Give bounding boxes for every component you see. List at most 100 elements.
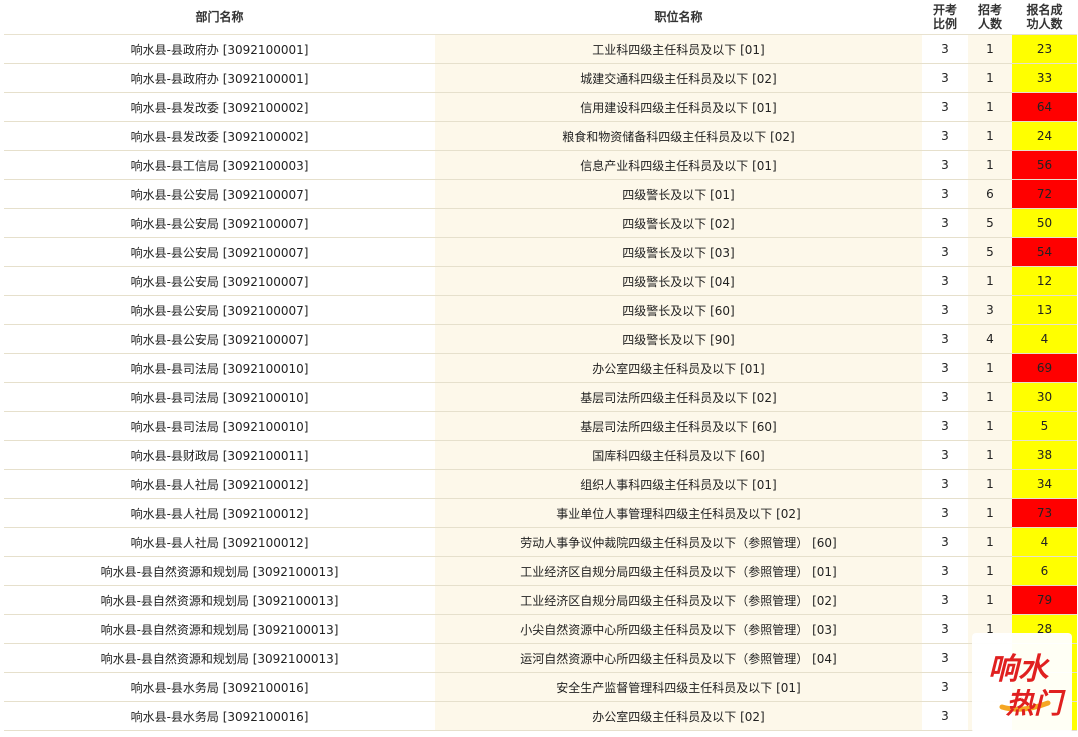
table-row: 响水县-县发改委 [3092100002] 粮食和物资储备科四级主任科员及以下 [… — [4, 121, 1077, 151]
table-row: 响水县-县水务局 [3092100016] 办公室四级主任科员及以下 [02] 3 — [4, 701, 1077, 731]
header-applicants: 报名成 功人数 — [1012, 0, 1077, 35]
applicants-cell: 54 — [1012, 237, 1077, 267]
quota-cell: 1 — [968, 353, 1012, 383]
position-cell: 城建交通科四级主任科员及以下 [02] — [435, 63, 922, 93]
position-cell: 信息产业科四级主任科员及以下 [01] — [435, 150, 922, 180]
table-row: 响水县-县司法局 [3092100010] 办公室四级主任科员及以下 [01] 3 1… — [4, 353, 1077, 383]
applicants-cell: 30 — [1012, 382, 1077, 412]
applicants-cell: 69 — [1012, 353, 1077, 383]
dept-cell: 响水县-县公安局 [3092100007] — [4, 208, 435, 238]
position-cell: 四级警长及以下 [03] — [435, 237, 922, 267]
table-row: 响水县-县司法局 [3092100010] 基层司法所四级主任科员及以下 [60]… — [4, 411, 1077, 441]
quota-cell: 1 — [968, 121, 1012, 151]
header-dept: 部门名称 — [4, 0, 435, 35]
position-cell: 劳动人事争议仲裁院四级主任科员及以下（参照管理） [60] — [435, 527, 922, 557]
position-cell: 安全生产监督管理科四级主任科员及以下 [01] — [435, 672, 922, 702]
header-applicants-line2: 功人数 — [1026, 17, 1063, 31]
ratio-cell: 3 — [922, 34, 968, 64]
position-cell: 国库科四级主任科员及以下 [60] — [435, 440, 922, 470]
quota-cell: 1 — [968, 440, 1012, 470]
dept-cell: 响水县-县政府办 [3092100001] — [4, 63, 435, 93]
dept-cell: 响水县-县人社局 [3092100012] — [4, 498, 435, 528]
header-quota-line1: 招考 — [977, 3, 1002, 17]
position-cell: 四级警长及以下 [02] — [435, 208, 922, 238]
quota-cell: 1 — [968, 150, 1012, 180]
applicants-cell: 79 — [1012, 585, 1077, 615]
ratio-cell: 3 — [922, 614, 968, 644]
quota-cell: 6 — [968, 179, 1012, 209]
position-cell: 四级警长及以下 [90] — [435, 324, 922, 354]
applicants-cell: 13 — [1012, 295, 1077, 325]
position-cell: 运河自然资源中心所四级主任科员及以下（参照管理） [04] — [435, 643, 922, 673]
position-cell: 四级警长及以下 [60] — [435, 295, 922, 325]
recruitment-table: 部门名称 职位名称 开考 比例 招考 人数 报名成 功人数 响水县-县政府办 [… — [4, 0, 1077, 731]
table-row: 响水县-县公安局 [3092100007] 四级警长及以下 [04] 3 1 12 — [4, 266, 1077, 296]
header-applicants-line1: 报名成 — [1026, 3, 1063, 17]
table-header-row: 部门名称 职位名称 开考 比例 招考 人数 报名成 功人数 — [4, 0, 1077, 35]
quota-cell: 1 — [968, 411, 1012, 441]
table-row: 响水县-县发改委 [3092100002] 信用建设科四级主任科员及以下 [01]… — [4, 92, 1077, 122]
dept-cell: 响水县-县发改委 [3092100002] — [4, 121, 435, 151]
ratio-cell: 3 — [922, 324, 968, 354]
ratio-cell: 3 — [922, 295, 968, 325]
quota-cell: 5 — [968, 208, 1012, 238]
table-row: 响水县-县自然资源和规划局 [3092100013] 运河自然资源中心所四级主任科… — [4, 643, 1077, 673]
dept-cell: 响水县-县自然资源和规划局 [3092100013] — [4, 614, 435, 644]
applicants-cell: 12 — [1012, 266, 1077, 296]
position-cell: 信用建设科四级主任科员及以下 [01] — [435, 92, 922, 122]
dept-cell: 响水县-县自然资源和规划局 [3092100013] — [4, 585, 435, 615]
applicants-cell: 38 — [1012, 440, 1077, 470]
ratio-cell: 3 — [922, 411, 968, 441]
quota-cell: 1 — [968, 585, 1012, 615]
table-row: 响水县-县公安局 [3092100007] 四级警长及以下 [90] 3 4 4 — [4, 324, 1077, 354]
table-row: 响水县-县财政局 [3092100011] 国库科四级主任科员及以下 [60] 3 1… — [4, 440, 1077, 470]
dept-cell: 响水县-县水务局 [3092100016] — [4, 672, 435, 702]
table-row: 响水县-县自然资源和规划局 [3092100013] 工业经济区自规分局四级主任科… — [4, 585, 1077, 615]
position-cell: 四级警长及以下 [01] — [435, 179, 922, 209]
quota-cell: 3 — [968, 295, 1012, 325]
position-cell: 小尖自然资源中心所四级主任科员及以下（参照管理） [03] — [435, 614, 922, 644]
dept-cell: 响水县-县工信局 [3092100003] — [4, 150, 435, 180]
table-row: 响水县-县政府办 [3092100001] 城建交通科四级主任科员及以下 [02]… — [4, 63, 1077, 93]
applicants-cell: 73 — [1012, 498, 1077, 528]
table-row: 响水县-县人社局 [3092100012] 事业单位人事管理科四级主任科员及以下 … — [4, 498, 1077, 528]
position-cell: 办公室四级主任科员及以下 [01] — [435, 353, 922, 383]
dept-cell: 响水县-县司法局 [3092100010] — [4, 382, 435, 412]
quota-cell: 1 — [968, 382, 1012, 412]
quota-cell: 1 — [968, 469, 1012, 499]
ratio-cell: 3 — [922, 469, 968, 499]
table-row: 响水县-县司法局 [3092100010] 基层司法所四级主任科员及以下 [02]… — [4, 382, 1077, 412]
quota-cell: 1 — [968, 266, 1012, 296]
applicants-cell: 23 — [1012, 34, 1077, 64]
quota-cell: 1 — [968, 34, 1012, 64]
quota-cell: 5 — [968, 237, 1012, 267]
applicants-cell: 56 — [1012, 150, 1077, 180]
applicants-cell: 6 — [1012, 556, 1077, 586]
ratio-cell: 3 — [922, 643, 968, 673]
table-row: 响水县-县自然资源和规划局 [3092100013] 工业经济区自规分局四级主任科… — [4, 556, 1077, 586]
position-cell: 工业科四级主任科员及以下 [01] — [435, 34, 922, 64]
table-row: 响水县-县公安局 [3092100007] 四级警长及以下 [02] 3 5 50 — [4, 208, 1077, 238]
header-ratio-line2: 比例 — [932, 17, 957, 31]
table-body: 响水县-县政府办 [3092100001] 工业科四级主任科员及以下 [01] 3 1… — [4, 34, 1077, 731]
quota-cell: 1 — [968, 527, 1012, 557]
header-ratio: 开考 比例 — [922, 0, 968, 35]
ratio-cell: 3 — [922, 266, 968, 296]
quota-cell: 1 — [968, 92, 1012, 122]
applicants-cell: 24 — [1012, 121, 1077, 151]
applicants-cell: 72 — [1012, 179, 1077, 209]
header-quota: 招考 人数 — [968, 0, 1012, 35]
ratio-cell: 3 — [922, 585, 968, 615]
table-row: 响水县-县人社局 [3092100012] 组织人事科四级主任科员及以下 [01]… — [4, 469, 1077, 499]
dept-cell: 响水县-县政府办 [3092100001] — [4, 34, 435, 64]
position-cell: 四级警长及以下 [04] — [435, 266, 922, 296]
quota-cell: 1 — [968, 498, 1012, 528]
applicants-cell: 4 — [1012, 324, 1077, 354]
position-cell: 办公室四级主任科员及以下 [02] — [435, 701, 922, 731]
position-cell: 粮食和物资储备科四级主任科员及以下 [02] — [435, 121, 922, 151]
ratio-cell: 3 — [922, 121, 968, 151]
dept-cell: 响水县-县司法局 [3092100010] — [4, 411, 435, 441]
table-row: 响水县-县公安局 [3092100007] 四级警长及以下 [01] 3 6 72 — [4, 179, 1077, 209]
table-row: 响水县-县公安局 [3092100007] 四级警长及以下 [03] 3 5 54 — [4, 237, 1077, 267]
position-cell: 工业经济区自规分局四级主任科员及以下（参照管理） [02] — [435, 585, 922, 615]
